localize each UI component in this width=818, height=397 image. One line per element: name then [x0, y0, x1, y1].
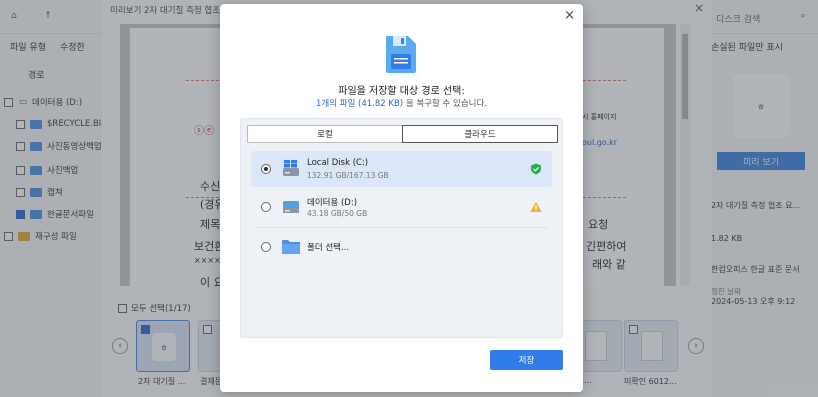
tab-local[interactable]: 로컬 — [247, 125, 403, 143]
option-select-folder[interactable]: 폴더 선택... — [251, 229, 552, 265]
save-disk-icon — [386, 36, 416, 73]
radio-button[interactable] — [261, 242, 271, 252]
drive-icon — [283, 201, 299, 213]
drive-name: 데이터용 (D:) — [307, 198, 358, 208]
recoverable-text: 을 복구할 수 있습니다. — [405, 99, 488, 109]
shield-check-icon — [531, 163, 541, 175]
recoverable-count: 1개의 파일 (41.82 KB) — [315, 99, 404, 109]
close-icon[interactable]: × — [564, 8, 575, 23]
save-location-dialog: × 파일을 저장할 대상 경로 선택: 1개의 파일 (41.82 KB) 을 … — [220, 4, 583, 392]
destination-panel: 로컬 클라우드 Local Disk (C:) 132.91 GB/167.13… — [240, 118, 563, 338]
destination-tabs: 로컬 클라우드 — [247, 125, 558, 143]
drive-capacity: 132.91 GB/167.13 GB — [307, 171, 389, 180]
save-button[interactable]: 저장 — [490, 350, 563, 370]
option-local-disk-c[interactable]: Local Disk (C:) 132.91 GB/167.13 GB — [251, 151, 552, 187]
drive-capacity: 43.18 GB/50 GB — [307, 209, 368, 218]
select-folder-label: 폴더 선택... — [307, 243, 350, 253]
option-data-drive-d[interactable]: 데이터용 (D:) 43.18 GB/50 GB — [251, 189, 552, 225]
divider — [255, 227, 548, 228]
radio-button[interactable] — [261, 202, 271, 212]
folder-icon — [282, 240, 300, 254]
dialog-subtitle: 1개의 파일 (41.82 KB) 을 복구할 수 있습니다. — [220, 97, 583, 109]
dialog-heading: 파일을 저장할 대상 경로 선택: — [338, 86, 465, 97]
radio-button[interactable] — [261, 164, 271, 174]
windows-drive-icon — [283, 160, 299, 176]
tab-cloud[interactable]: 클라우드 — [402, 125, 558, 143]
warning-icon — [530, 201, 542, 212]
drive-name: Local Disk (C:) — [307, 158, 369, 168]
